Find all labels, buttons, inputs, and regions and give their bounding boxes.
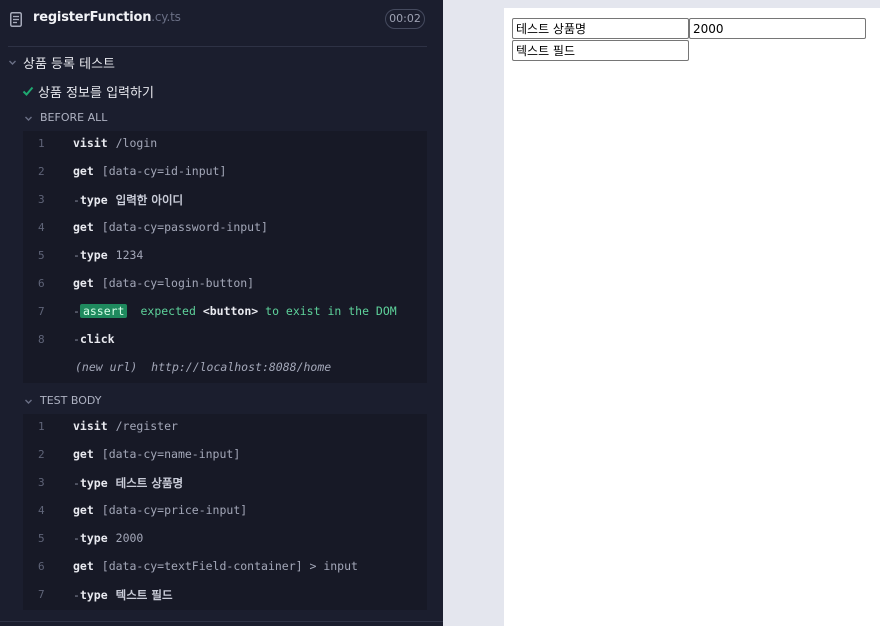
child-command-dash: - [73, 193, 80, 207]
assertion-row[interactable]: 7 - assert expected <button> to exist in t… [23, 299, 427, 327]
command-name: get [73, 503, 94, 517]
new-url-value: http://localhost:8088/home [151, 360, 332, 374]
command-message: 텍스트 필드 [115, 588, 173, 602]
command-row[interactable]: 6 get [data-cy=login-button] [23, 271, 427, 299]
command-number: 6 [38, 560, 45, 573]
command-name: type [79, 193, 108, 207]
command-row[interactable]: 3 -type 테스트 상품명 [23, 470, 427, 498]
assertion-text: expected [140, 304, 196, 318]
command-number: 1 [38, 137, 45, 150]
command-message: 1234 [115, 248, 144, 262]
test-body-commands: 1 visit/register 2 get [data-cy=name-inpu… [23, 414, 427, 610]
command-message: 테스트 상품명 [115, 476, 184, 490]
command-number: 2 [38, 165, 45, 178]
command-message: [data-cy=price-input] [101, 503, 248, 517]
command-row[interactable]: 2 get [data-cy=id-input] [23, 159, 427, 187]
command-number: 2 [38, 448, 45, 461]
command-number: 3 [38, 476, 45, 489]
command-name: click [79, 332, 115, 346]
command-name: get [73, 276, 94, 290]
new-url-event[interactable]: (new url) http://localhost:8088/home [23, 355, 427, 383]
command-name: get [73, 164, 94, 178]
command-row[interactable]: 3 -type 입력한 아이디 [23, 187, 427, 215]
command-row[interactable]: 1 visit/register [23, 414, 427, 442]
command-message: /register [115, 419, 178, 433]
command-row[interactable]: 7 -type 텍스트 필드 [23, 582, 427, 610]
command-number: 3 [38, 193, 45, 206]
before-all-commands: 1 visit/login 2 get [data-cy=id-input] 3 … [23, 131, 427, 383]
price-input[interactable] [689, 18, 866, 39]
spec-extension: .cy.ts [151, 10, 181, 24]
chevron-down-icon [9, 60, 16, 65]
command-row[interactable]: 8 -click [23, 327, 427, 355]
command-name: get [73, 220, 94, 234]
test-body-title: TEST BODY [40, 394, 102, 407]
command-message: [data-cy=name-input] [101, 447, 241, 461]
spec-filename[interactable]: registerFunction.cy.ts [33, 10, 181, 25]
command-number: 7 [38, 588, 45, 601]
child-command-dash: - [73, 476, 80, 490]
command-row[interactable]: 1 visit/login [23, 131, 427, 159]
command-row[interactable]: 2 get [data-cy=name-input] [23, 442, 427, 470]
command-number: 8 [38, 333, 45, 346]
new-url-label: (new url) [75, 360, 138, 374]
command-message: /login [115, 136, 158, 150]
command-name: get [73, 447, 94, 461]
command-name: type [79, 588, 108, 602]
duration-timer: 00:02 [385, 9, 425, 29]
command-row[interactable]: 6 get [data-cy=textField-container] > inp… [23, 554, 427, 582]
command-number: 5 [38, 249, 45, 262]
command-name: type [79, 531, 108, 545]
spec-header: registerFunction.cy.ts 00:02 [0, 0, 443, 40]
command-number: 4 [38, 221, 45, 234]
command-number: 4 [38, 504, 45, 517]
assertion-subject: <button> [202, 304, 259, 318]
command-number: 1 [38, 420, 45, 433]
command-message: [data-cy=textField-container] > input [101, 559, 358, 573]
file-text-icon [10, 12, 22, 27]
app-under-test-frame [504, 8, 880, 626]
before-all-title: BEFORE ALL [40, 111, 108, 124]
child-command-dash: - [73, 304, 80, 318]
header-divider [8, 46, 427, 47]
command-message: 2000 [115, 531, 144, 545]
command-name: visit [73, 136, 108, 150]
assert-badge: assert [79, 304, 128, 318]
command-name: visit [73, 419, 108, 433]
command-message: [data-cy=login-button] [101, 276, 255, 290]
assertion-tail: to exist in the DOM [265, 304, 397, 318]
command-message: [data-cy=password-input] [101, 220, 268, 234]
test-title: 상품 정보를 입력하기 [38, 86, 154, 101]
chevron-down-icon [25, 399, 32, 404]
command-number: 6 [38, 277, 45, 290]
chevron-down-icon [25, 116, 32, 121]
command-number: 5 [38, 532, 45, 545]
text-field-input[interactable] [512, 40, 689, 61]
child-command-dash: - [73, 531, 80, 545]
command-row[interactable]: 4 get [data-cy=password-input] [23, 215, 427, 243]
command-log-panel: registerFunction.cy.ts 00:02 상품 등록 테스트 상… [0, 0, 443, 626]
command-row[interactable]: 4 get [data-cy=price-input] [23, 498, 427, 526]
command-row[interactable]: 5 -type 1234 [23, 243, 427, 271]
command-name: type [79, 476, 108, 490]
command-message: 입력한 아이디 [115, 193, 184, 207]
command-number: 7 [38, 305, 45, 318]
checkmark-icon [22, 86, 34, 96]
command-row[interactable]: 5 -type 2000 [23, 526, 427, 554]
suite-title: 상품 등록 테스트 [23, 57, 115, 72]
panel-bottom-divider [0, 621, 443, 622]
child-command-dash: - [73, 332, 80, 346]
command-name: type [79, 248, 108, 262]
child-command-dash: - [73, 248, 80, 262]
command-name: get [73, 559, 94, 573]
spec-name: registerFunction [33, 10, 152, 25]
child-command-dash: - [73, 588, 80, 602]
name-input[interactable] [512, 18, 689, 39]
command-message: [data-cy=id-input] [101, 164, 227, 178]
